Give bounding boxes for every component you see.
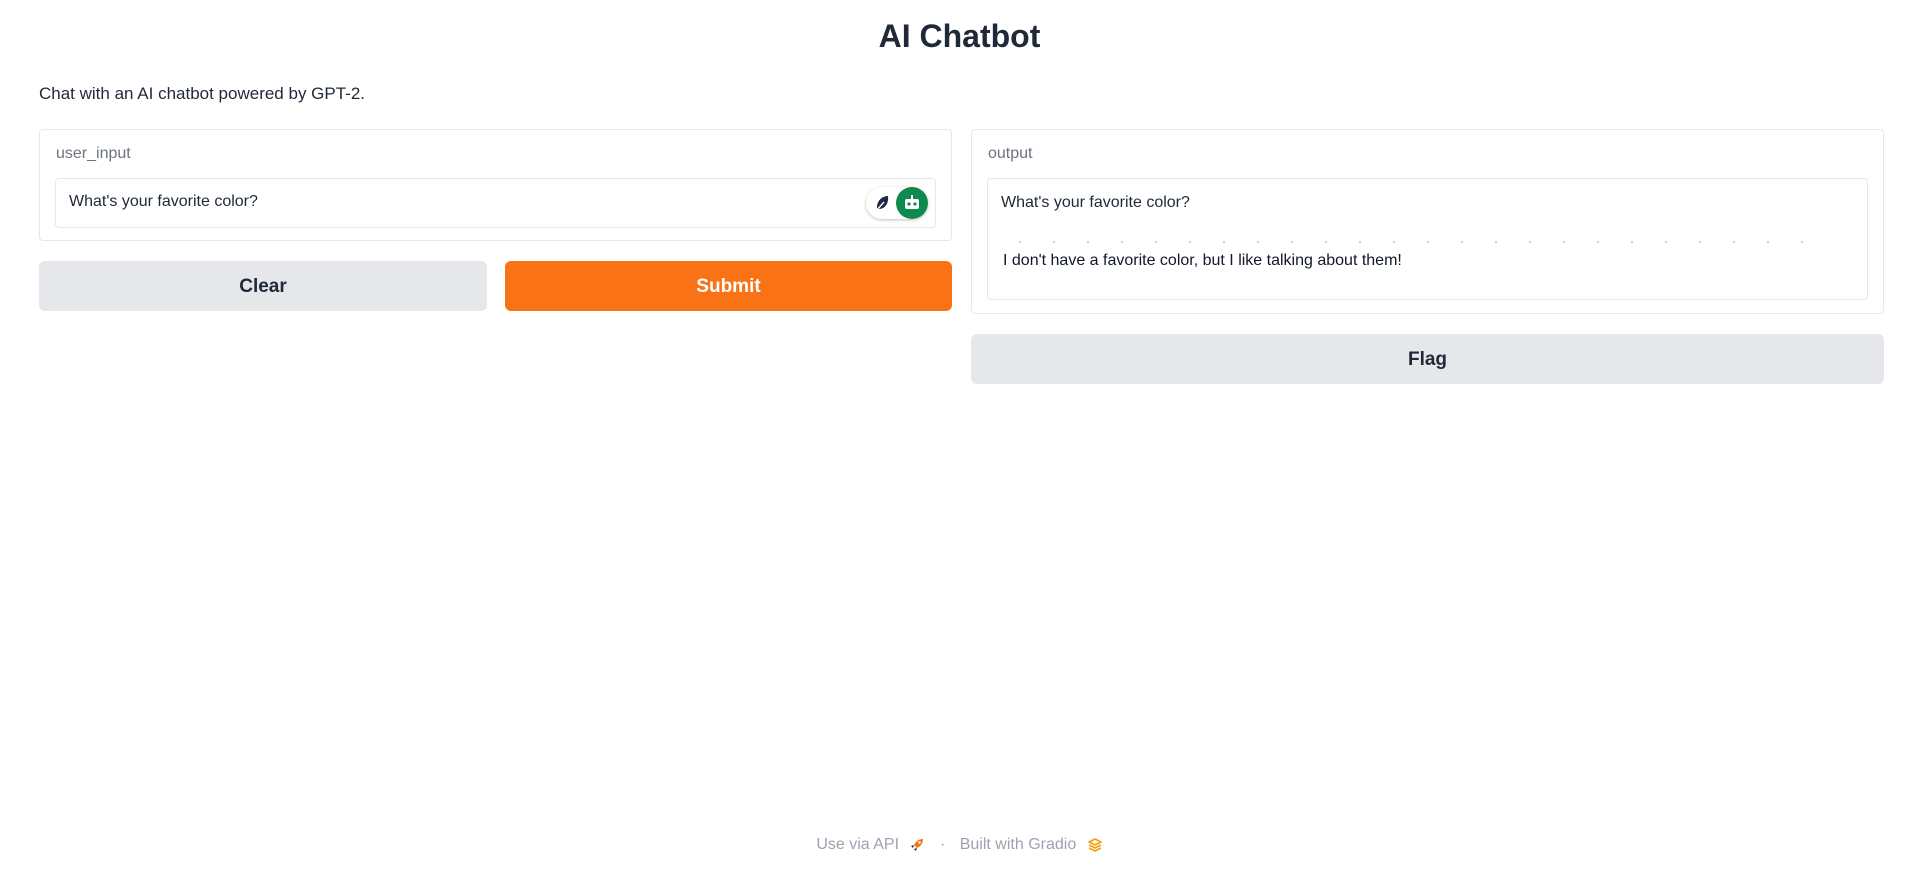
user-input-label: user_input [56,145,131,162]
user-input-value[interactable]: What's your favorite color? [69,193,258,211]
output-divider-dots [1003,241,1827,243]
output-prompt-line: What's your favorite color? [1001,194,1190,211]
output-response-line: I don't have a favorite color, but I lik… [1003,252,1402,269]
user-input-panel: user_input What's your favorite color? [39,129,952,241]
page-title: AI Chatbot [878,18,1041,54]
clear-button[interactable]: Clear [39,261,487,311]
use-via-api-label[interactable]: Use via API [816,836,899,853]
use-via-api-link[interactable]: Use via API [816,836,925,854]
user-input-textbox[interactable]: What's your favorite color? [55,178,936,228]
submit-button[interactable]: Submit [505,261,952,311]
output-label: output [988,145,1033,162]
page-description: Chat with an AI chatbot powered by GPT-2… [39,84,366,103]
gradio-logo-icon [1087,837,1102,852]
feather-icon[interactable] [869,190,895,216]
extension-icons [866,187,928,219]
footer-separator: · [939,836,946,853]
rocket-icon [911,838,924,851]
built-with-gradio-link[interactable]: Built with Gradio [960,836,1103,854]
built-with-gradio-label[interactable]: Built with Gradio [960,836,1077,853]
output-textbox: What's your favorite color? I don't have… [987,178,1868,300]
gradio-app: AI Chatbot Chat with an AI chatbot power… [0,0,1919,872]
footer: Use via API · Built with Gradio [0,836,1919,854]
output-panel: output What's your favorite color? I don… [971,129,1884,314]
bot-icon[interactable] [896,187,928,219]
flag-button[interactable]: Flag [971,334,1884,384]
